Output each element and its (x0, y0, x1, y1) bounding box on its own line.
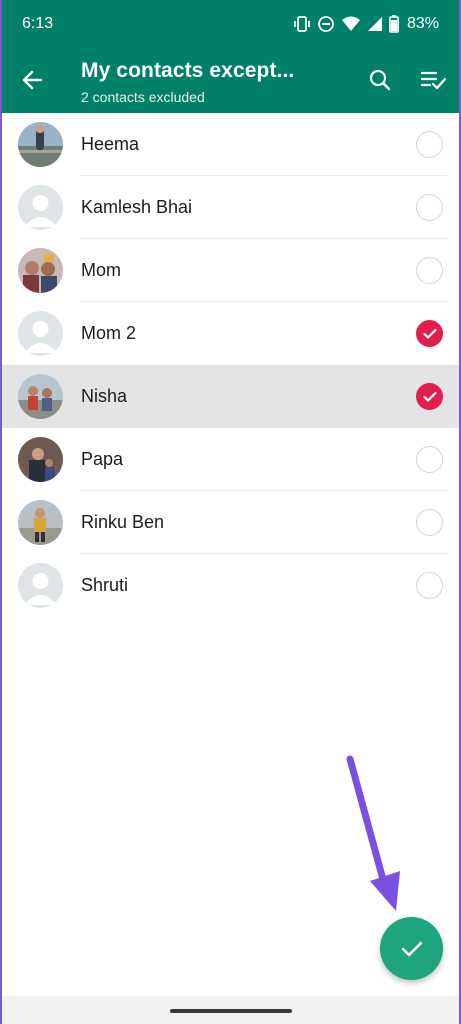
checkbox[interactable] (416, 509, 443, 536)
contact-row[interactable]: Rinku Ben (0, 491, 461, 554)
checkbox[interactable] (416, 446, 443, 473)
checkbox-checked[interactable] (416, 320, 443, 347)
avatar (18, 122, 63, 167)
check-icon (422, 328, 437, 339)
back-arrow-icon[interactable] (14, 62, 50, 98)
avatar (18, 248, 63, 293)
contact-name: Mom (81, 260, 121, 280)
annotation-arrow-icon (346, 755, 400, 911)
contact-name: Nisha (81, 386, 128, 406)
avatar (18, 500, 63, 545)
contact-row[interactable]: Mom (0, 239, 461, 302)
default-avatar-icon (18, 185, 63, 230)
dnd-icon (317, 15, 335, 33)
system-nav-bar (0, 996, 461, 1024)
contact-row[interactable]: Kamlesh Bhai (0, 176, 461, 239)
wifi-icon (341, 15, 361, 33)
status-bar: 6:13 83% (0, 0, 461, 50)
contact-row[interactable]: Shruti (0, 554, 461, 617)
contact-row[interactable]: Mom 2 (0, 302, 461, 365)
signal-icon (367, 15, 383, 33)
check-icon (422, 391, 437, 402)
contact-name: Papa (81, 449, 124, 469)
confirm-button[interactable] (380, 917, 443, 980)
status-time: 6:13 (22, 15, 54, 32)
contact-name: Kamlesh Bhai (81, 197, 193, 217)
checkbox[interactable] (416, 572, 443, 599)
battery-icon (388, 15, 399, 33)
contact-name: Shruti (81, 575, 129, 595)
battery-percent: 83% (406, 15, 439, 32)
contact-list: Heema Kamlesh Bhai Mom Mom 2 Nisha Papa … (0, 113, 461, 617)
default-avatar-icon (18, 563, 63, 608)
toolbar: My contacts except... 2 contacts exclude… (0, 52, 461, 112)
avatar (18, 374, 63, 419)
check-icon (401, 941, 422, 956)
avatar (18, 437, 63, 482)
app-bar: 6:13 83% My contacts except... 2 contact… (0, 0, 461, 113)
contact-row[interactable]: Nisha (0, 365, 461, 428)
contact-name: Heema (81, 134, 140, 154)
vibrate-icon (293, 15, 311, 33)
contact-name: Mom 2 (81, 323, 137, 343)
contact-row[interactable]: Heema (0, 113, 461, 176)
contact-row[interactable]: Papa (0, 428, 461, 491)
checkbox[interactable] (416, 131, 443, 158)
home-handle[interactable] (170, 1009, 292, 1013)
checkbox[interactable] (416, 257, 443, 284)
default-avatar-icon (18, 311, 63, 356)
page-subtitle: 2 contacts excluded (81, 89, 205, 105)
checkbox[interactable] (416, 194, 443, 221)
page-title: My contacts except... (81, 59, 295, 82)
checkbox-checked[interactable] (416, 383, 443, 410)
status-icons: 83% (293, 12, 439, 36)
search-icon[interactable] (362, 62, 398, 98)
select-all-icon[interactable] (415, 62, 451, 98)
contact-name: Rinku Ben (81, 512, 165, 532)
